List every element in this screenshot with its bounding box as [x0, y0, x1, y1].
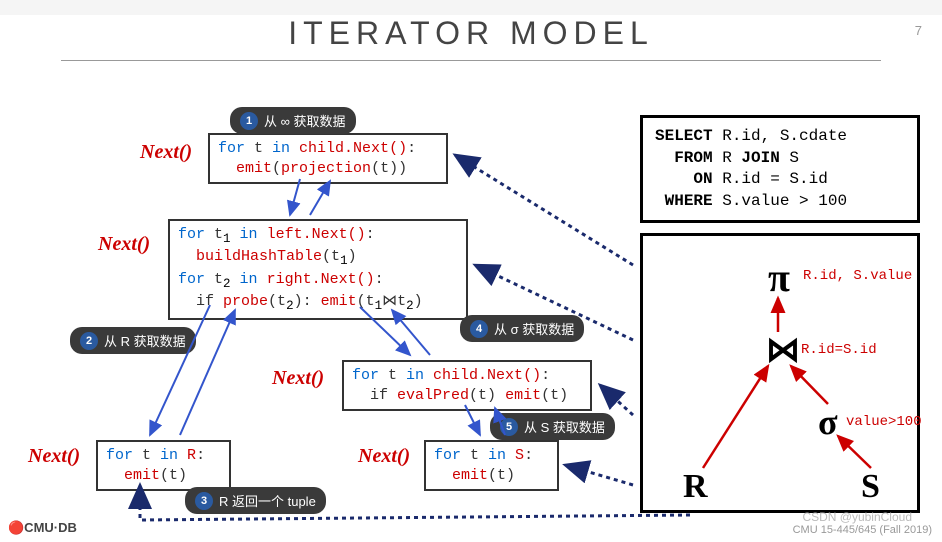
- annotation-bubble-2: 2从 R 获取数据: [70, 327, 196, 354]
- code-box-hashjoin: for t1 in left.Next(): buildHashTable(t1…: [168, 219, 468, 320]
- annotation-bubble-3: 3R 返回一个 tuple: [185, 487, 326, 514]
- sql-query-box: SELECT R.id, S.cdate FROM R JOIN S ON R.…: [640, 115, 920, 223]
- annotation-bubble-4: 4从 σ 获取数据: [460, 315, 584, 342]
- slide: 7 ITERATOR MODEL Next() Next() Next() Ne…: [0, 15, 942, 542]
- page-number: 7: [915, 23, 922, 38]
- next-label-4: Next(): [28, 445, 80, 468]
- title-rule: [61, 60, 881, 61]
- code-box-filter: for t in child.Next(): if evalPred(t) em…: [342, 360, 592, 411]
- code-box-scan-s: for t in S: emit(t): [424, 440, 559, 491]
- page-title: ITERATOR MODEL: [0, 15, 942, 52]
- footer-logo: 🔴CMU·DB: [8, 520, 77, 536]
- code-box-scan-r: for t in R: emit(t): [96, 440, 231, 491]
- next-label-3: Next(): [272, 367, 324, 390]
- next-label-5: Next(): [358, 445, 410, 468]
- tree-join: ⋈: [766, 330, 800, 370]
- next-label-2: Next(): [98, 233, 150, 256]
- tree-join-label: R.id=S.id: [801, 342, 877, 358]
- annotation-bubble-5: 5从 S 获取数据: [490, 413, 615, 440]
- query-plan-tree: π R.id, S.value ⋈ R.id=S.id σ value>100 …: [640, 233, 920, 513]
- tree-s: S: [861, 468, 880, 506]
- next-label-1: Next(): [140, 141, 192, 164]
- tree-sigma: σ: [818, 401, 838, 443]
- annotation-bubble-1: 1从 ∞ 获取数据: [230, 107, 356, 134]
- tree-r: R: [683, 468, 708, 506]
- footer-course: CMU 15-445/645 (Fall 2019): [793, 524, 932, 536]
- tree-sigma-label: value>100: [846, 414, 922, 430]
- tree-pi: π: [768, 254, 790, 301]
- watermark: CSDN @yubinCloud: [802, 510, 912, 524]
- code-box-projection: for t in child.Next(): emit(projection(t…: [208, 133, 448, 184]
- tree-pi-label: R.id, S.value: [803, 268, 912, 284]
